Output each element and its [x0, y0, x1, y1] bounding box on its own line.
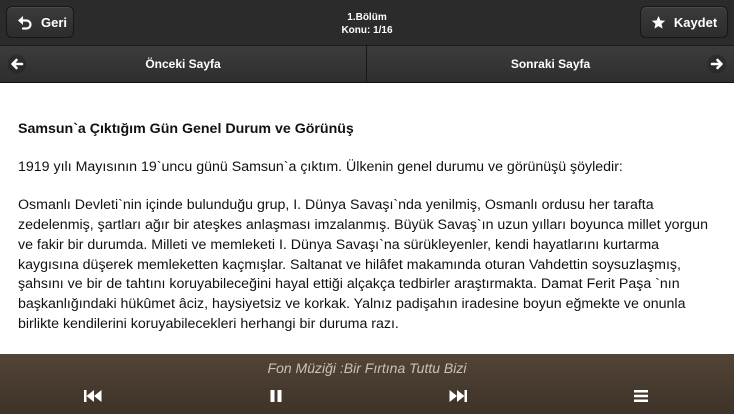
arrow-left-icon [7, 54, 27, 77]
article-content[interactable]: Samsun`a Çıktığım Gün Genel Durum ve Gör… [0, 83, 734, 354]
page-navigation: Önceki Sayfa Sonraki Sayfa [0, 46, 734, 83]
pause-button[interactable] [265, 387, 287, 409]
article-paragraph: 1919 yılı Mayısının 19`uncu günü Samsun`… [18, 158, 623, 175]
section-label: 1.Bölüm [347, 12, 387, 23]
skip-forward-button[interactable] [447, 387, 469, 409]
skip-back-button[interactable] [82, 387, 104, 409]
next-page-label: Sonraki Sayfa [510, 57, 591, 71]
skip-back-icon [83, 389, 103, 408]
menu-icon [633, 389, 649, 408]
skip-forward-icon [448, 389, 468, 408]
article-paragraph: Osmanlı Devleti`nin içinde bulunduğu gru… [18, 197, 708, 332]
previous-page-label: Önceki Sayfa [145, 57, 221, 71]
star-icon [651, 15, 666, 30]
top-bar: Geri 1.Bölüm Konu: 1/16 Kaydet [0, 0, 734, 46]
save-label: Kaydet [673, 14, 718, 30]
arrow-right-icon [707, 54, 727, 77]
previous-page-button[interactable]: Önceki Sayfa [0, 46, 367, 82]
page-title: 1.Bölüm Konu: 1/16 [0, 11, 734, 37]
player-footer: Fon Müziği :Bir Fırtına Tuttu Bizi [0, 354, 734, 414]
save-button[interactable]: Kaydet [640, 6, 728, 38]
menu-button[interactable] [630, 387, 652, 409]
next-page-button[interactable]: Sonraki Sayfa [367, 46, 734, 82]
pause-icon [269, 389, 283, 408]
topic-counter: Konu: 1/16 [341, 25, 393, 36]
background-music-label: Fon Müziği :Bir Fırtına Tuttu Bizi [267, 360, 467, 376]
article-title: Samsun`a Çıktığım Gün Genel Durum ve Gör… [18, 121, 354, 137]
